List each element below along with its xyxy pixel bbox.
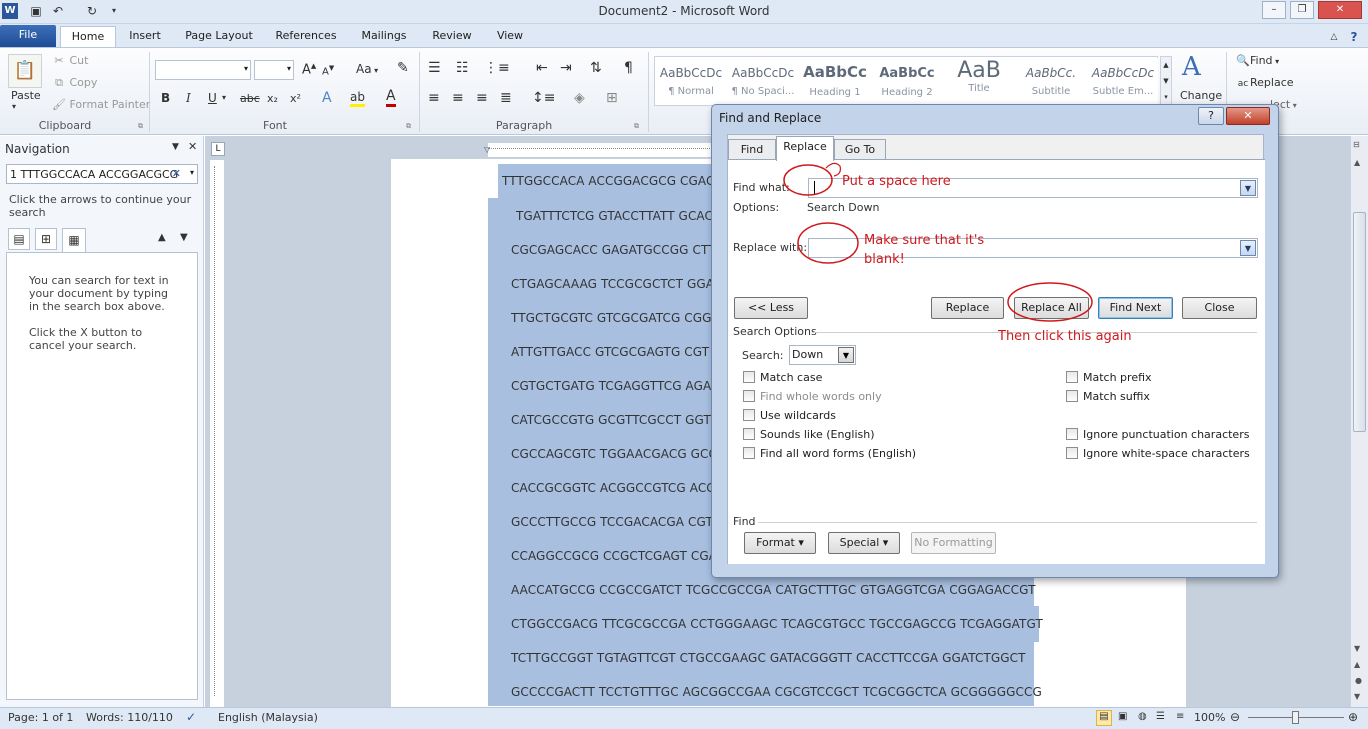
annotation-overlay [783, 162, 1093, 322]
find-what-arrow [825, 162, 841, 177]
annotation-click-note: Then click this again [998, 329, 1132, 344]
annotation-space-note: Put a space here [842, 174, 951, 189]
tab-replace[interactable]: Replace [776, 136, 834, 161]
find-what-circle [783, 164, 833, 196]
annotation-blank-note: Make sure that it's [864, 233, 985, 248]
replace-all-circle [1007, 282, 1093, 322]
replace-with-circle [797, 222, 859, 264]
annotation-blank-note-2: blank! [864, 252, 905, 267]
